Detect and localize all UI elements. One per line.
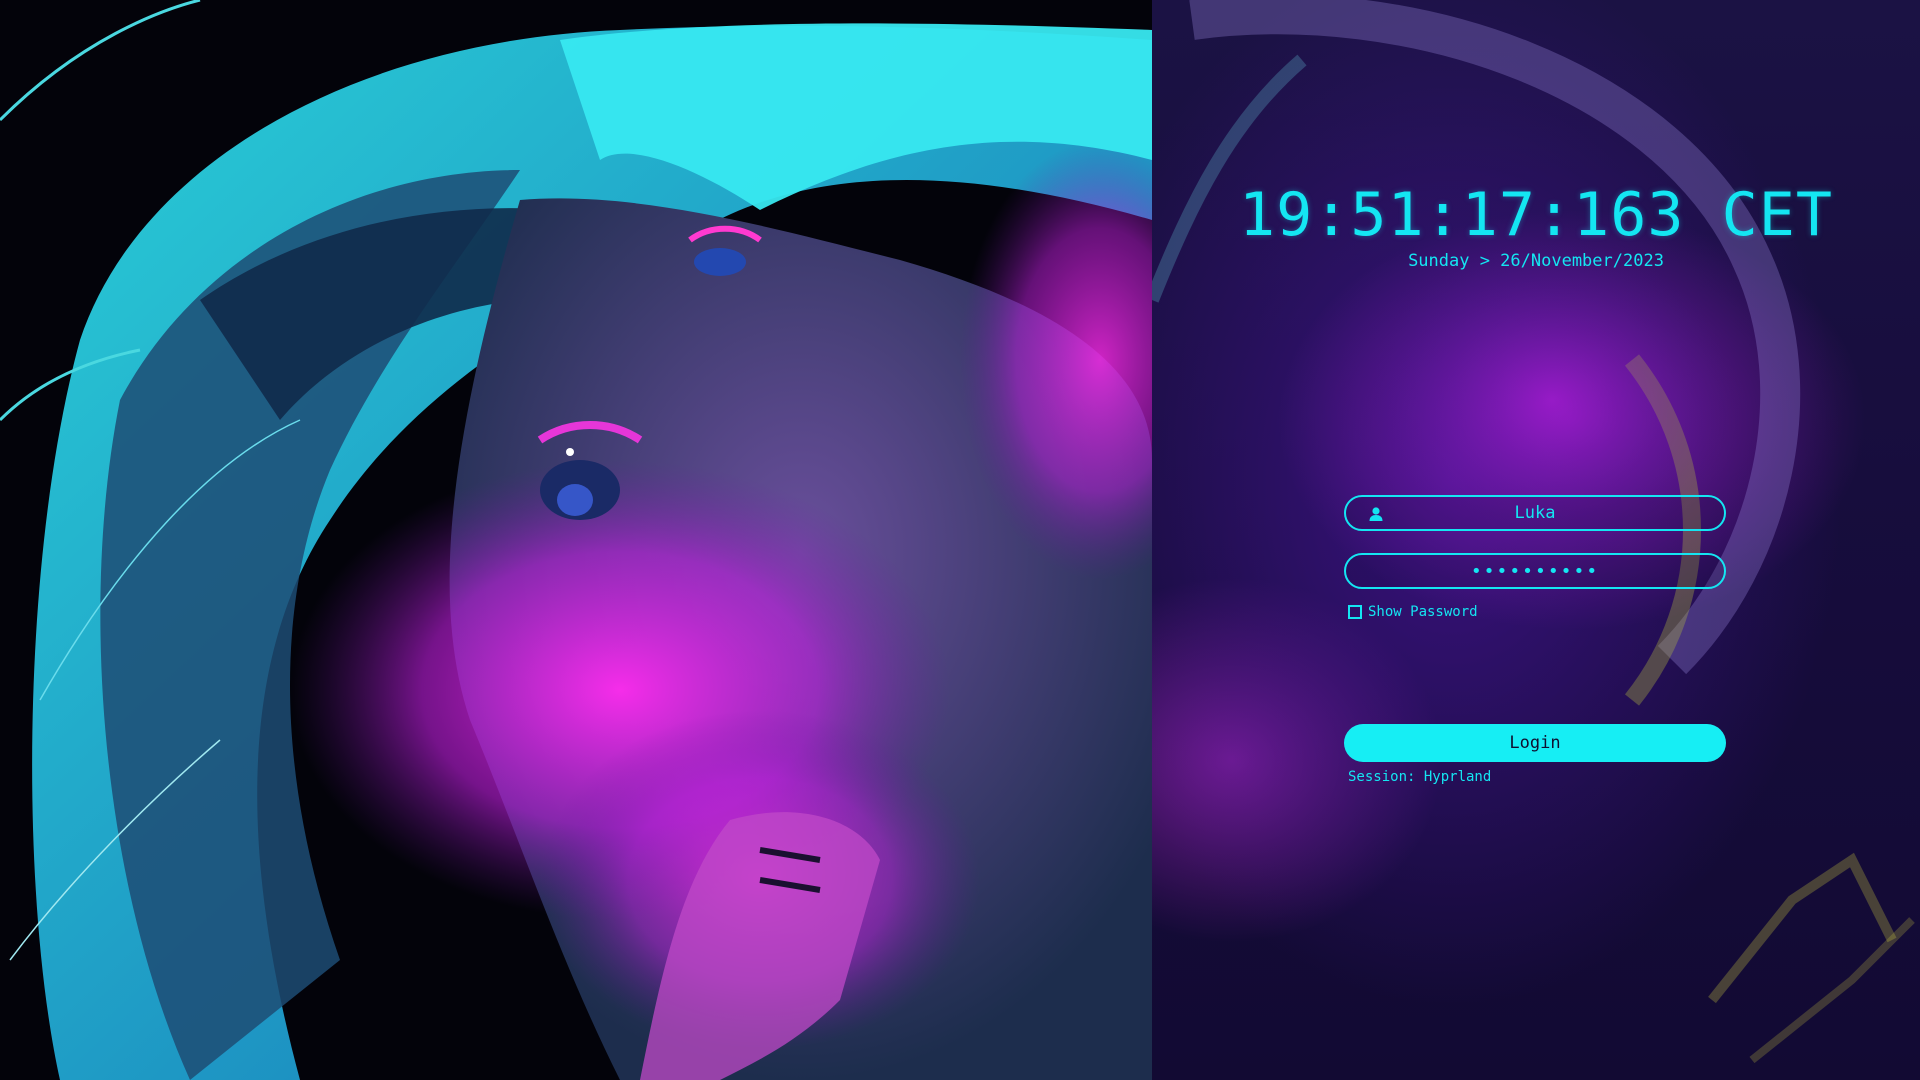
lock-screen: 19:51:17:163 CET Sunday > 26/November/20… [0, 0, 1920, 1080]
show-password-toggle[interactable]: Show Password [1348, 604, 1478, 620]
login-panel: 19:51:17:163 CET Sunday > 26/November/20… [1152, 0, 1920, 1080]
username-value: Luka [1514, 503, 1556, 523]
password-field[interactable]: •••••••••• [1344, 553, 1726, 589]
session-selector[interactable]: Session: Hyprland [1348, 769, 1491, 785]
panel-background-art [1152, 0, 1915, 1064]
checkbox-icon[interactable] [1348, 605, 1362, 619]
login-button[interactable]: Login [1344, 724, 1726, 762]
artwork-illustration [0, 0, 1152, 1080]
show-password-label: Show Password [1368, 604, 1478, 620]
username-field[interactable]: Luka [1344, 495, 1726, 531]
wallpaper-artwork [0, 0, 1152, 1080]
clock-time: 19:51:17:163 CET [1239, 180, 1833, 250]
password-mask: •••••••••• [1470, 560, 1600, 582]
clock-date: Sunday > 26/November/2023 [1408, 251, 1664, 271]
